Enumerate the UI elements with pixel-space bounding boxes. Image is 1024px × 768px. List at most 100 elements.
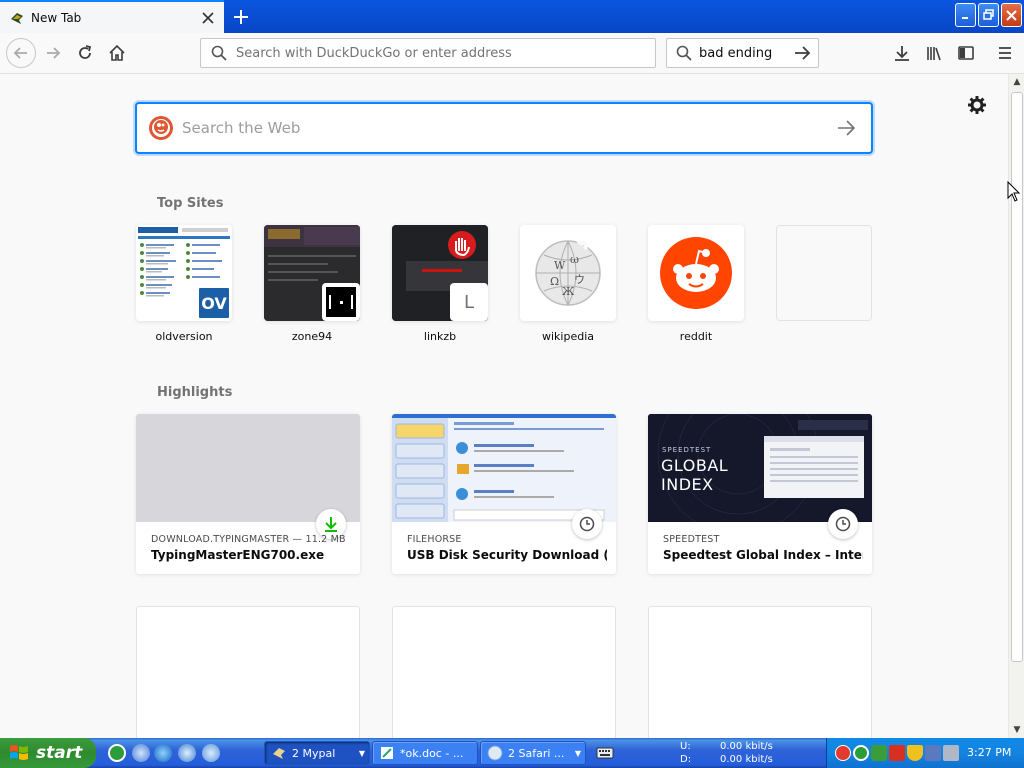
show-desktop-icon[interactable]: [132, 744, 150, 762]
speedtest-brand: SPEEDTEST: [662, 446, 712, 454]
top-site-reddit[interactable]: reddit: [648, 225, 744, 343]
media-player-icon[interactable]: [178, 744, 196, 762]
reload-icon: [79, 45, 92, 59]
safari-icon: [487, 745, 503, 761]
clock-icon: [835, 516, 851, 532]
highlight-meta: SPEEDTEST: [663, 534, 720, 545]
tray-antivirus-icon[interactable]: [835, 745, 851, 761]
reload-button[interactable]: [71, 39, 99, 67]
new-tab-button[interactable]: [228, 4, 254, 30]
sidebar-icon: [958, 46, 974, 60]
search-bar-input[interactable]: [699, 45, 792, 61]
maximize-button[interactable]: [978, 3, 999, 27]
settings-gear-button[interactable]: [966, 94, 988, 116]
highlight-card-speedtest[interactable]: SPEEDTEST GLOBAL INDEX SPEEDTEST Speedte…: [648, 414, 872, 574]
svg-text:ウ: ウ: [574, 273, 585, 286]
scroll-down-icon[interactable]: ▼: [1009, 722, 1024, 738]
close-tab-icon[interactable]: [198, 8, 218, 28]
task-label: 2 Mypal: [292, 746, 336, 760]
tray-app-icon[interactable]: [853, 745, 869, 761]
tray-security-icon[interactable]: [889, 745, 905, 761]
site-placeholder: [776, 225, 872, 321]
window-controls: [955, 3, 1022, 27]
upload-label: U:: [680, 741, 691, 752]
url-input[interactable]: [236, 45, 655, 61]
chevron-down-icon: ▼: [574, 749, 581, 758]
chevron-down-icon: ▼: [358, 749, 365, 758]
oldversion-logo-icon: OV: [196, 285, 232, 321]
close-window-button[interactable]: [1001, 3, 1022, 27]
volume-icon[interactable]: [943, 745, 959, 761]
keyboard-icon[interactable]: [596, 746, 614, 760]
tray-connection-icon[interactable]: [925, 745, 941, 761]
system-clock: 3:27 PM: [967, 746, 1012, 759]
search-bar[interactable]: [666, 38, 819, 68]
mypal-icon: [273, 748, 285, 759]
top-site-oldversion[interactable]: OV oldversion: [136, 225, 232, 343]
library-button[interactable]: [920, 39, 948, 67]
sidebar-button[interactable]: [952, 39, 980, 67]
tray-network-icon[interactable]: [871, 745, 887, 761]
highlight-meta: FILEHORSE: [407, 534, 462, 545]
highlight-placeholder: [136, 606, 360, 738]
search-icon: [676, 45, 692, 61]
mypal-icon: [11, 12, 23, 24]
quicklaunch-app-icon[interactable]: [108, 744, 126, 762]
top-site-zone94[interactable]: zone94: [264, 225, 360, 343]
gear-icon: [968, 96, 986, 114]
highlight-placeholder: [648, 606, 872, 738]
downloads-button[interactable]: [888, 39, 916, 67]
arrow-left-icon: [13, 47, 27, 59]
web-search-input[interactable]: [182, 119, 835, 137]
highlight-title: TypingMasterENG700.exe: [151, 548, 325, 562]
arrow-right-icon: [47, 47, 61, 59]
download-rate: 0.00 kbit/s: [720, 754, 773, 765]
highlight-meta: DOWNLOAD.TYPINGMASTER — 11.2 MB: [151, 534, 346, 545]
new-tab-page: Top Sites OV oldversion: [0, 74, 1008, 738]
svg-text:Ω: Ω: [550, 275, 559, 288]
top-sites-heading: Top Sites: [157, 196, 224, 211]
duckduckgo-icon: [149, 116, 173, 140]
arrow-right-icon[interactable]: [792, 43, 812, 63]
clock-badge: [572, 509, 602, 539]
vertical-scrollbar[interactable]: ▲ ▼: [1008, 74, 1024, 738]
quicklaunch-globe-icon[interactable]: [202, 744, 220, 762]
minimize-button[interactable]: [955, 3, 976, 27]
tray-shield-icon[interactable]: [907, 745, 923, 761]
top-site-empty-slot[interactable]: [776, 225, 872, 321]
top-site-linkzb[interactable]: L linkzb: [392, 225, 488, 343]
arrow-right-icon[interactable]: [835, 117, 857, 139]
scroll-up-icon[interactable]: ▲: [1009, 74, 1024, 90]
highlight-title: Speedtest Global Index – Intern...: [663, 548, 863, 562]
internet-explorer-icon[interactable]: [154, 744, 172, 762]
address-bar[interactable]: [200, 38, 656, 68]
top-site-label: zone94: [291, 330, 333, 343]
highlight-card-typingmaster[interactable]: DOWNLOAD.TYPINGMASTER — 11.2 MB TypingMa…: [136, 414, 360, 574]
taskbar-item-wordpad[interactable]: *ok.doc - ...: [372, 741, 478, 765]
highlights-heading: Highlights: [157, 385, 233, 400]
back-button[interactable]: [6, 38, 36, 68]
scrollbar-thumb[interactable]: [1011, 92, 1023, 662]
task-label: *ok.doc - ...: [400, 746, 464, 760]
menu-button[interactable]: [991, 39, 1019, 67]
index-text: INDEX: [661, 475, 714, 494]
reddit-alien-icon: [660, 237, 732, 309]
tab-new-tab[interactable]: New Tab: [0, 0, 224, 33]
task-label: 2 Safari ...: [508, 746, 565, 760]
taskbar-item-safari[interactable]: 2 Safari ... ▼: [480, 741, 586, 765]
tab-title: New Tab: [31, 10, 82, 25]
highlight-title: USB Disk Security Download (20...: [407, 548, 607, 562]
forward-button[interactable]: [39, 39, 67, 67]
wikipedia-globe-icon: WωΩ ウЖ: [535, 240, 601, 306]
start-button[interactable]: start: [0, 738, 96, 768]
svg-text:ω: ω: [570, 253, 579, 266]
download-icon: [895, 46, 909, 61]
home-button[interactable]: [103, 39, 131, 67]
top-site-wikipedia[interactable]: WωΩ ウЖ wikipedia: [520, 225, 616, 343]
top-site-label: oldversion: [155, 330, 213, 343]
windows-flag-icon: [10, 745, 28, 760]
top-site-label: linkzb: [423, 330, 457, 343]
highlight-card-filehorse[interactable]: FILEHORSE USB Disk Security Download (20…: [392, 414, 616, 574]
taskbar-item-mypal[interactable]: 2 Mypal ▼: [264, 741, 370, 765]
web-search-box[interactable]: [135, 102, 873, 154]
